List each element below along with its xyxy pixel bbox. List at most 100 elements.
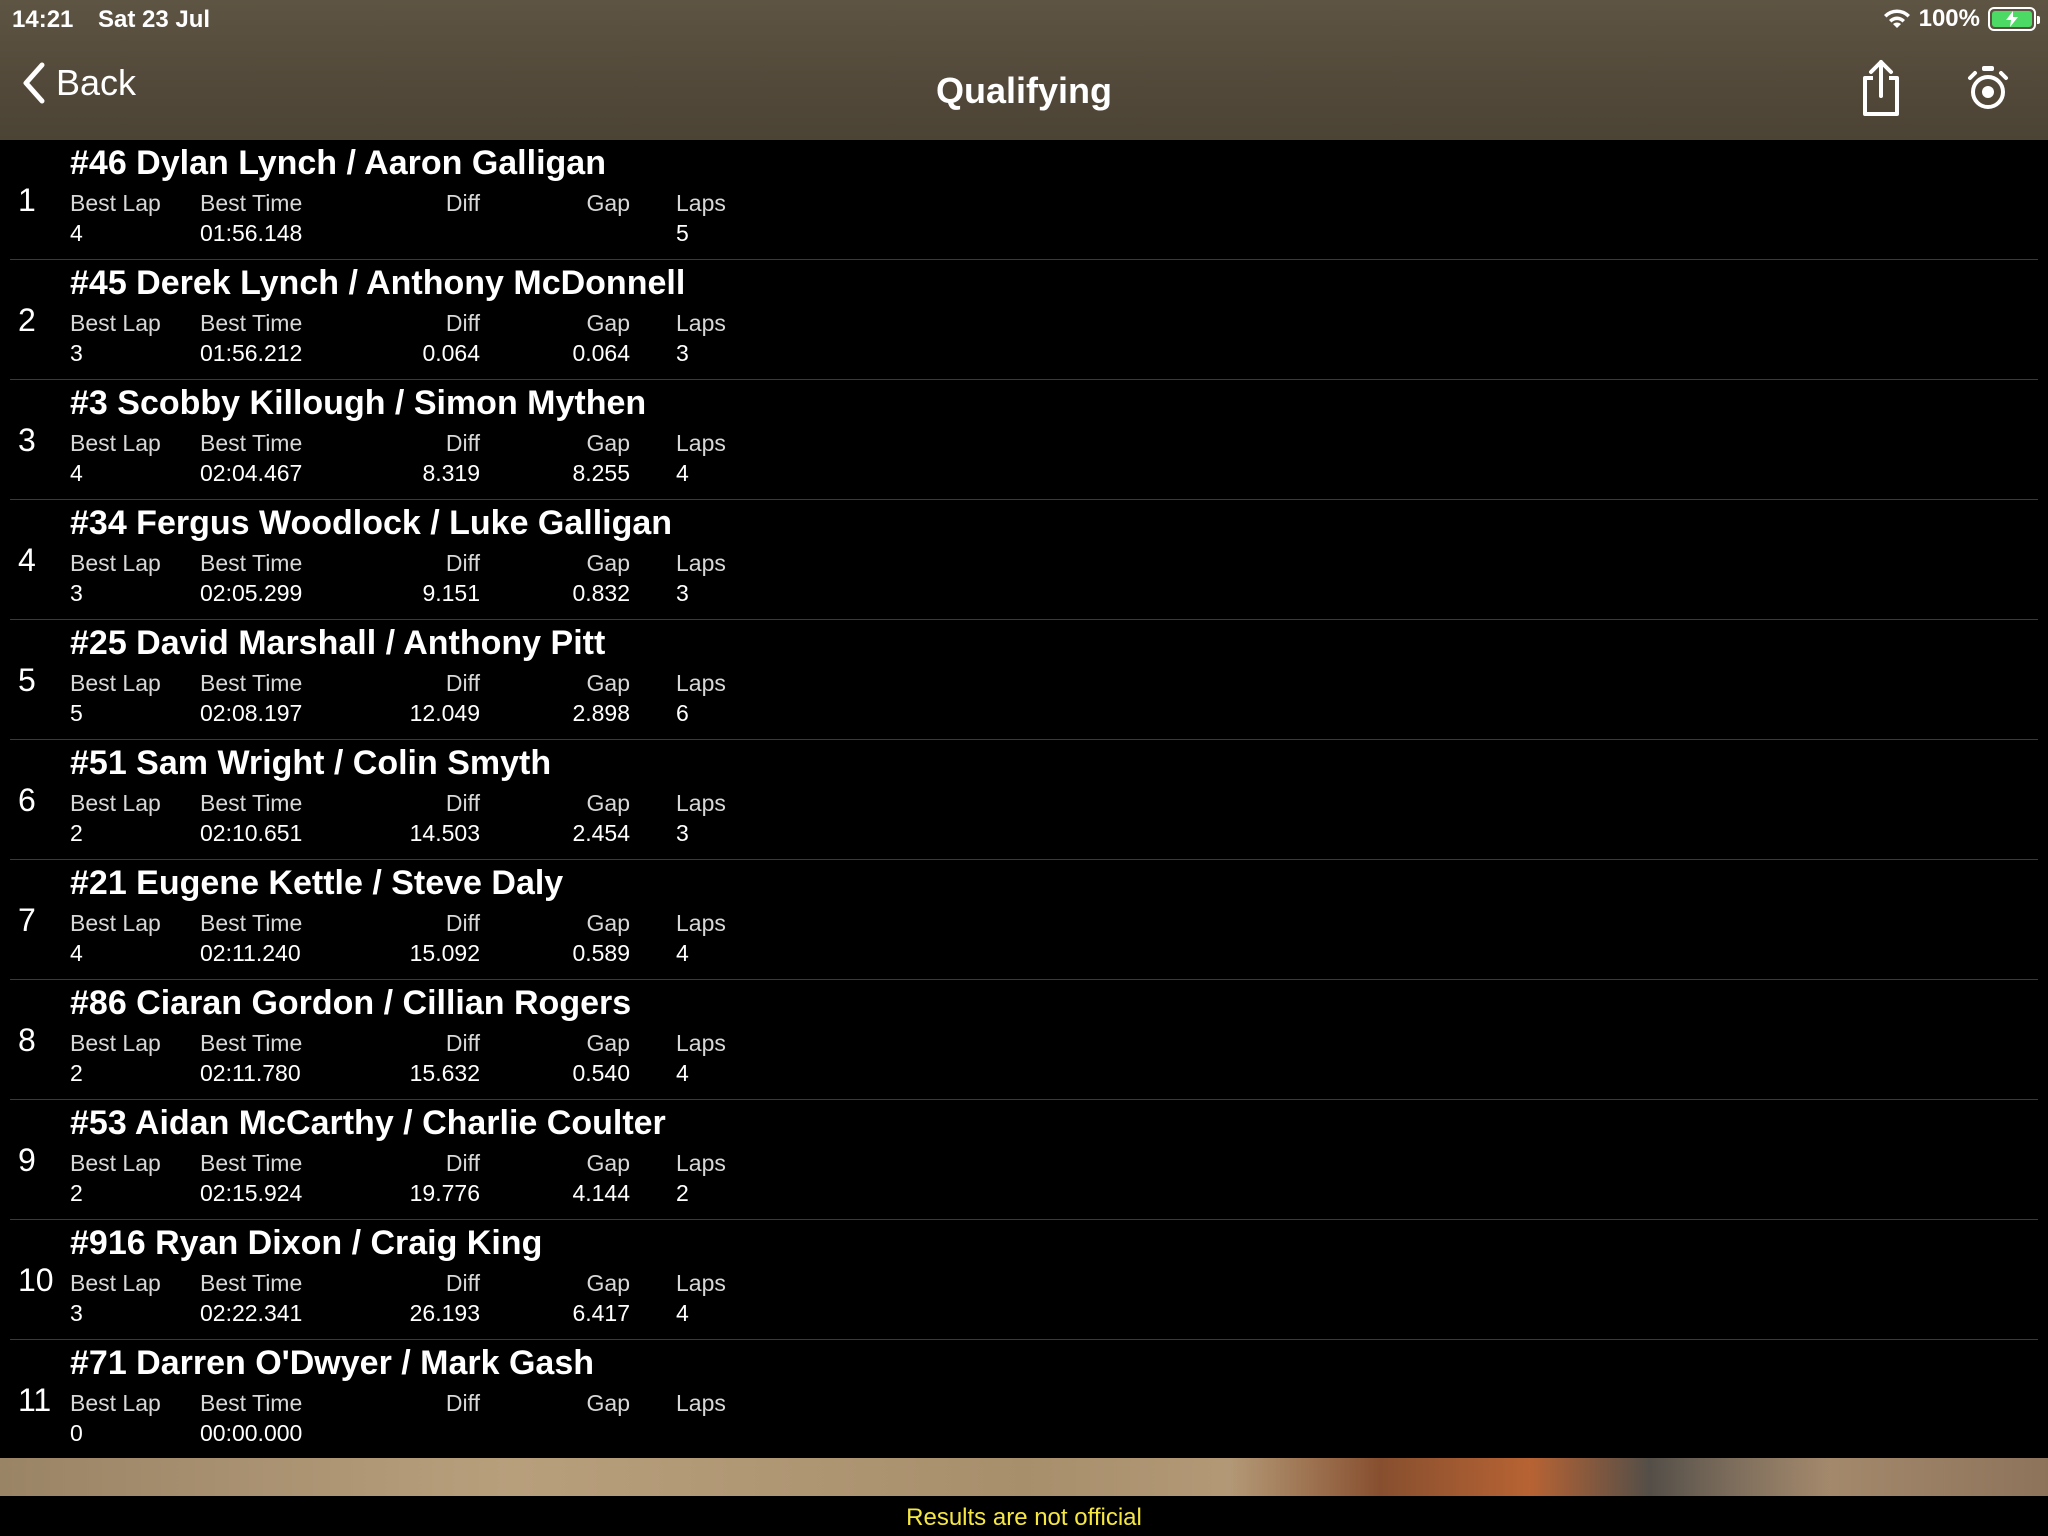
result-row[interactable]: 10 #916 Ryan Dixon / Craig King Best Lap Be… (10, 1220, 2038, 1340)
best-time-label: Best Time (200, 190, 303, 216)
gap-label: Gap (586, 190, 630, 216)
best-lap-value: 3 (70, 340, 83, 366)
best-lap-value: 0 (70, 1420, 83, 1446)
best-time-value: 02:11.240 (200, 940, 301, 966)
best-lap-value: 4 (70, 220, 83, 246)
competitor-name: #46 Dylan Lynch / Aaron Galligan (70, 144, 606, 182)
laps-label: Laps (676, 1270, 726, 1296)
diff-label: Diff (445, 550, 480, 576)
diff-value: 14.503 (409, 820, 480, 846)
battery-percent: 100% (1918, 5, 1980, 32)
best-time-value: 02:04.467 (200, 460, 303, 486)
laps-value: 4 (676, 940, 689, 966)
laps-label: Laps (676, 550, 726, 576)
gap-label: Gap (586, 430, 630, 456)
diff-label: Diff (445, 1150, 480, 1176)
gap-value: 2.898 (572, 700, 630, 726)
best-lap-label: Best Lap (70, 790, 161, 816)
best-time-label: Best Time (200, 1270, 303, 1296)
status-right: 100% (1883, 5, 2040, 33)
back-button[interactable]: Back (22, 62, 136, 104)
competitor-name: #34 Fergus Woodlock / Luke Galligan (70, 504, 673, 542)
laps-value: 4 (676, 1300, 689, 1326)
best-time-label: Best Time (200, 1030, 303, 1056)
best-lap-label: Best Lap (70, 550, 161, 576)
competitor-name: #51 Sam Wright / Colin Smyth (70, 744, 552, 782)
best-lap-value: 3 (70, 580, 83, 606)
best-lap-label: Best Lap (70, 430, 161, 456)
laps-label: Laps (676, 910, 726, 936)
result-row[interactable]: 3 #3 Scobby Killough / Simon Mythen Best L… (10, 380, 2038, 500)
share-button[interactable] (1853, 58, 1909, 118)
laps-value: 4 (676, 1060, 689, 1086)
diff-label: Diff (445, 1030, 480, 1056)
result-row[interactable]: 2 #45 Derek Lynch / Anthony McDonnell Best… (10, 260, 2038, 380)
gap-label: Gap (586, 1390, 630, 1416)
laps-label: Laps (676, 790, 726, 816)
diff-label: Diff (445, 190, 480, 216)
laps-label: Laps (676, 670, 726, 696)
competitor-name: #86 Ciaran Gordon / Cillian Rogers (70, 984, 632, 1022)
best-time-value: 00:00.000 (200, 1420, 303, 1446)
position-number: 9 (18, 1142, 36, 1178)
results-list: 1 #46 Dylan Lynch / Aaron Galligan Best La… (0, 140, 2048, 1460)
best-time-value: 02:22.341 (200, 1300, 303, 1326)
gap-value: 4.144 (572, 1180, 630, 1206)
position-number: 4 (18, 542, 36, 578)
diff-value: 12.049 (409, 700, 480, 726)
gap-value: 8.255 (572, 460, 630, 486)
best-lap-label: Best Lap (70, 910, 161, 936)
gap-label: Gap (586, 790, 630, 816)
position-number: 10 (18, 1262, 54, 1298)
battery-icon (1988, 7, 2040, 31)
result-row[interactable]: 11 #71 Darren O'Dwyer / Mark Gash Best Lap… (10, 1340, 2038, 1460)
diff-label: Diff (445, 670, 480, 696)
best-lap-value: 4 (70, 460, 83, 486)
best-time-label: Best Time (200, 1390, 303, 1416)
best-time-value: 02:10.651 (200, 820, 303, 846)
best-time-label: Best Time (200, 670, 303, 696)
best-lap-value: 4 (70, 940, 83, 966)
chevron-left-icon (23, 62, 45, 104)
diff-value: 8.319 (422, 460, 480, 486)
gap-value: 0.589 (572, 940, 630, 966)
best-time-label: Best Time (200, 550, 303, 576)
gap-label: Gap (586, 1030, 630, 1056)
diff-value: 0.064 (422, 340, 480, 366)
laps-label: Laps (676, 190, 726, 216)
gap-label: Gap (586, 1150, 630, 1176)
best-time-value: 02:08.197 (200, 700, 303, 726)
competitor-name: #25 David Marshall / Anthony Pitt (70, 624, 606, 662)
result-row[interactable]: 1 #46 Dylan Lynch / Aaron Galligan Best La… (10, 140, 2038, 260)
position-number: 5 (18, 662, 36, 698)
result-row[interactable]: 7 #21 Eugene Kettle / Steve Daly Best Lap B… (10, 860, 2038, 980)
diff-label: Diff (445, 790, 480, 816)
diff-value: 9.151 (422, 580, 480, 606)
status-time: 14:21 (12, 6, 74, 33)
best-time-value: 02:11.780 (200, 1060, 301, 1086)
laps-value: 5 (676, 220, 689, 246)
gap-label: Gap (586, 550, 630, 576)
best-time-value: 02:05.299 (200, 580, 303, 606)
share-icon (1863, 60, 1899, 116)
best-lap-value: 2 (70, 820, 83, 846)
best-lap-label: Best Lap (70, 1270, 161, 1296)
best-lap-label: Best Lap (70, 1030, 161, 1056)
timer-button[interactable] (1960, 58, 2016, 118)
result-row[interactable]: 9 #53 Aidan McCarthy / Charlie Coulter Bes… (10, 1100, 2038, 1220)
result-row[interactable]: 5 #25 David Marshall / Anthony Pitt Best L… (10, 620, 2038, 740)
status-bar: 14:21 Sat 23 Jul 100% (0, 0, 2048, 40)
position-number: 7 (18, 902, 36, 938)
diff-label: Diff (445, 910, 480, 936)
result-row[interactable]: 6 #51 Sam Wright / Colin Smyth Best Lap Bes… (10, 740, 2038, 860)
result-row[interactable]: 8 #86 Ciaran Gordon / Cillian Rogers Best … (10, 980, 2038, 1100)
gap-value: 0.540 (572, 1060, 630, 1086)
stopwatch-icon (1968, 66, 2008, 109)
best-time-value: 01:56.212 (200, 340, 303, 366)
best-time-label: Best Time (200, 310, 303, 336)
diff-label: Diff (445, 1390, 480, 1416)
best-time-label: Best Time (200, 910, 303, 936)
result-row[interactable]: 4 #34 Fergus Woodlock / Luke Galligan Best… (10, 500, 2038, 620)
best-time-value: 01:56.148 (200, 220, 303, 246)
back-label: Back (56, 62, 137, 103)
